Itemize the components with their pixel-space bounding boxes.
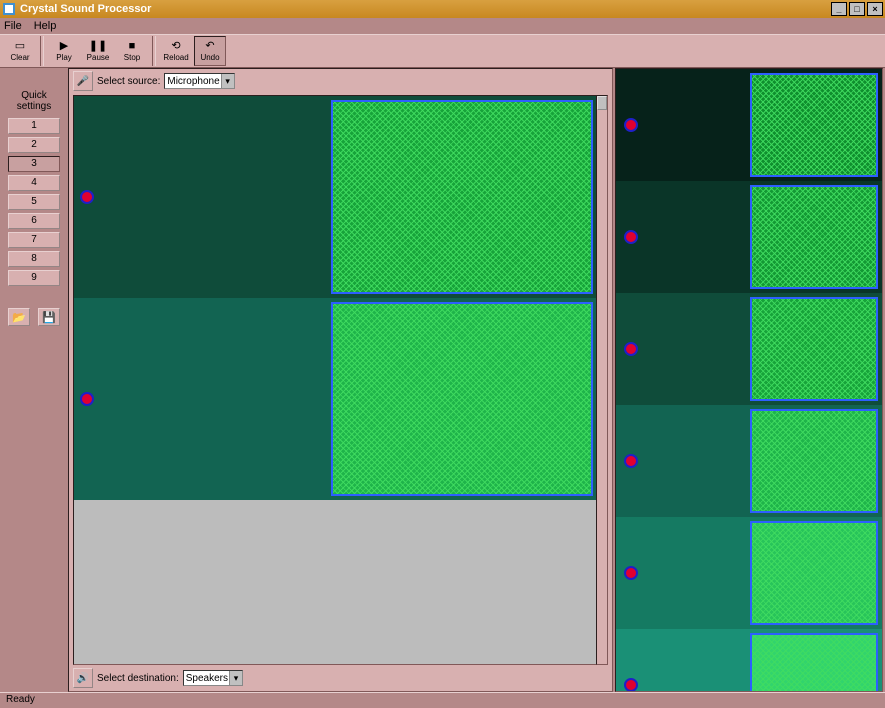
palette-slot-4[interactable]	[616, 517, 882, 629]
source-bar: 🎤 Select source: Microphone	[69, 69, 612, 93]
filter-palette	[615, 68, 883, 692]
stage-slot-1[interactable]	[74, 298, 597, 500]
microphone-icon: 🎤	[73, 71, 93, 91]
clear-label: Clear	[10, 53, 29, 62]
palette-slot-3[interactable]	[616, 405, 882, 517]
reload-label: Reload	[163, 53, 188, 62]
stop-label: Stop	[124, 53, 140, 62]
pause-button[interactable]: ❚❚ Pause	[82, 36, 114, 66]
clear-button[interactable]: ▭ Clear	[4, 36, 36, 66]
play-label: Play	[56, 53, 72, 62]
title-bar: Crystal Sound Processor _ □ ×	[0, 0, 885, 18]
stage-slot-0[interactable]	[74, 96, 597, 298]
save-settings-button[interactable]: 💾	[38, 308, 60, 326]
slot-handle-icon[interactable]	[624, 454, 638, 468]
stop-button[interactable]: ■ Stop	[116, 36, 148, 66]
quick-setting-7[interactable]: 7	[8, 232, 60, 248]
quick-setting-3[interactable]: 3	[8, 156, 60, 172]
play-button[interactable]: ▶ Play	[48, 36, 80, 66]
clear-icon: ▭	[15, 41, 25, 53]
reload-icon: ⟲	[171, 41, 180, 53]
slot-handle-icon[interactable]	[80, 392, 94, 406]
quick-setting-9[interactable]: 9	[8, 270, 60, 286]
status-bar: Ready	[0, 692, 885, 708]
menu-file[interactable]: File	[4, 20, 22, 32]
filter-patch[interactable]	[750, 409, 878, 513]
source-select[interactable]: Microphone	[164, 73, 234, 89]
filter-patch[interactable]	[750, 297, 878, 401]
reload-button[interactable]: ⟲ Reload	[160, 36, 192, 66]
quick-setting-4[interactable]: 4	[8, 175, 60, 191]
quick-setting-2[interactable]: 2	[8, 137, 60, 153]
palette-slot-5[interactable]	[616, 629, 882, 692]
filter-patch[interactable]	[750, 185, 878, 289]
toolbar-separator	[40, 36, 44, 66]
undo-button[interactable]: ↶ Undo	[194, 36, 226, 66]
status-text: Ready	[6, 694, 35, 705]
window-title: Crystal Sound Processor	[20, 3, 151, 15]
app-icon	[2, 2, 16, 16]
palette-slot-0[interactable]	[616, 69, 882, 181]
destination-label: Select destination:	[97, 673, 179, 684]
scrollbar-thumb[interactable]	[597, 96, 607, 110]
filter-stage[interactable]	[73, 95, 598, 665]
undo-label: Undo	[200, 53, 219, 62]
maximize-button[interactable]: □	[849, 2, 865, 16]
quick-settings-title: Quick settings	[6, 90, 62, 112]
quick-setting-1[interactable]: 1	[8, 118, 60, 134]
quick-settings-sidebar: Quick settings 1 2 3 4 5 6 7 8 9 📂 💾	[0, 68, 68, 692]
destination-bar: 🔊 Select destination: Speakers	[73, 667, 243, 689]
work-area: Quick settings 1 2 3 4 5 6 7 8 9 📂 💾 🎤 Select so…	[0, 68, 885, 692]
filter-patch[interactable]	[331, 100, 593, 294]
menu-bar: File Help	[0, 18, 885, 34]
filter-patch[interactable]	[750, 521, 878, 625]
destination-select[interactable]: Speakers	[183, 670, 243, 686]
source-label: Select source:	[97, 76, 160, 87]
speaker-icon: 🔊	[73, 668, 93, 688]
slot-handle-icon[interactable]	[80, 190, 94, 204]
filter-patch[interactable]	[331, 302, 593, 496]
slot-handle-icon[interactable]	[624, 342, 638, 356]
toolbar: ▭ Clear ▶ Play ❚❚ Pause ■ Stop ⟲ Reload …	[0, 34, 885, 68]
main-panel: 🎤 Select source: Microphone 🔊 Select des…	[68, 68, 613, 692]
close-button[interactable]: ×	[867, 2, 883, 16]
slot-handle-icon[interactable]	[624, 678, 638, 692]
pause-icon: ❚❚	[89, 41, 107, 53]
open-settings-button[interactable]: 📂	[8, 308, 30, 326]
toolbar-separator	[152, 36, 156, 66]
slot-handle-icon[interactable]	[624, 566, 638, 580]
quick-setting-8[interactable]: 8	[8, 251, 60, 267]
play-icon: ▶	[60, 41, 68, 53]
slot-handle-icon[interactable]	[624, 230, 638, 244]
stop-icon: ■	[129, 41, 136, 53]
quick-setting-5[interactable]: 5	[8, 194, 60, 210]
filter-patch[interactable]	[750, 633, 878, 692]
pause-label: Pause	[87, 53, 110, 62]
palette-slot-2[interactable]	[616, 293, 882, 405]
palette-slot-1[interactable]	[616, 181, 882, 293]
undo-icon: ↶	[205, 41, 214, 53]
minimize-button[interactable]: _	[831, 2, 847, 16]
quick-setting-6[interactable]: 6	[8, 213, 60, 229]
slot-handle-icon[interactable]	[624, 118, 638, 132]
menu-help[interactable]: Help	[34, 20, 57, 32]
filter-patch[interactable]	[750, 73, 878, 177]
stage-scrollbar[interactable]	[596, 95, 608, 665]
